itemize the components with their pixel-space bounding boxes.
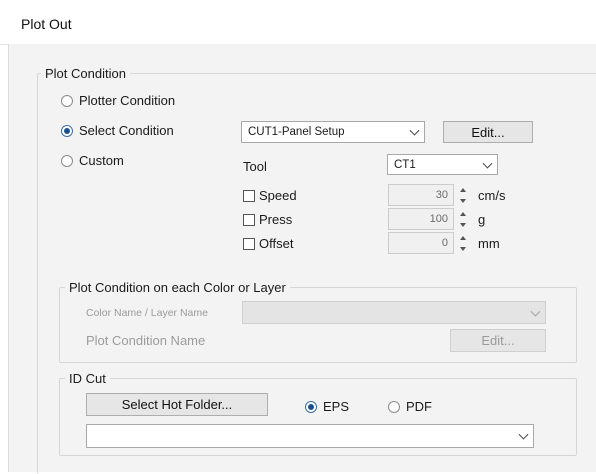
radio-circle-eps[interactable] (305, 400, 317, 413)
press-label: Press (259, 212, 293, 227)
radio-eps[interactable]: EPS (305, 399, 349, 414)
speed-label: Speed (259, 188, 297, 203)
arrow-up-icon (460, 235, 466, 240)
radio-plotter-condition-label: Plotter Condition (79, 93, 176, 108)
offset-label: Offset (259, 236, 294, 251)
color-name-label: Color Name / Layer Name (86, 307, 208, 319)
tool-select-value: CT1 (394, 158, 416, 171)
plot-condition-name-label: Plot Condition Name (86, 333, 206, 348)
press-unit: g (478, 212, 486, 227)
chevron-down-icon (409, 125, 420, 136)
speed-spinner[interactable] (457, 184, 469, 206)
condition-select[interactable]: CUT1-Panel Setup (241, 121, 425, 143)
condition-edit-button[interactable]: Edit... (443, 121, 533, 143)
radio-circle-custom[interactable] (61, 154, 73, 167)
arrow-up-icon (460, 211, 466, 216)
radio-plotter-condition[interactable]: Plotter Condition (61, 93, 175, 108)
id-cut-group-label: ID Cut (65, 371, 110, 386)
radio-circle-plotter[interactable] (61, 94, 73, 107)
window-title: Plot Out (21, 16, 72, 32)
tool-select[interactable]: CT1 (387, 154, 498, 175)
radio-circle-pdf[interactable] (388, 400, 400, 413)
title-bar: Plot Out (0, 0, 596, 45)
plot-condition-group-label: Plot Condition (41, 66, 130, 81)
speed-decrement-button[interactable] (457, 195, 469, 206)
arrow-up-icon (460, 187, 466, 192)
chevron-down-icon (518, 429, 529, 440)
condition-select-value: CUT1-Panel Setup (248, 126, 345, 138)
offset-checkbox-box[interactable] (243, 237, 255, 250)
arrow-down-icon (460, 222, 466, 227)
press-increment-button[interactable] (457, 208, 469, 219)
offset-decrement-button[interactable] (457, 243, 469, 254)
select-hot-folder-button[interactable]: Select Hot Folder... (86, 393, 268, 416)
hot-folder-select[interactable] (86, 424, 534, 448)
press-decrement-button[interactable] (457, 219, 469, 230)
color-layer-edit-button[interactable]: Edit... (450, 329, 546, 352)
chevron-down-icon (482, 158, 493, 169)
press-checkbox-box[interactable] (243, 213, 255, 226)
radio-select-condition-label: Select Condition (79, 123, 174, 138)
arrow-down-icon (460, 198, 466, 203)
speed-value-field[interactable]: 30 (388, 184, 454, 206)
speed-checkbox-box[interactable] (243, 189, 255, 202)
press-value-field[interactable]: 100 (388, 208, 454, 230)
offset-spinner[interactable] (457, 232, 469, 254)
dialog-panel: Plot Condition Plotter Condition Select … (8, 44, 596, 474)
offset-increment-button[interactable] (457, 232, 469, 243)
color-layer-select[interactable] (242, 301, 546, 324)
arrow-down-icon (460, 246, 466, 251)
radio-eps-label: EPS (323, 399, 350, 414)
speed-unit: cm/s (478, 188, 506, 203)
press-checkbox[interactable]: Press (243, 212, 292, 227)
radio-custom[interactable]: Custom (61, 153, 124, 168)
color-layer-group-label: Plot Condition on each Color or Layer (65, 280, 290, 295)
speed-increment-button[interactable] (457, 184, 469, 195)
speed-checkbox[interactable]: Speed (243, 188, 297, 203)
press-spinner[interactable] (457, 208, 469, 230)
offset-checkbox[interactable]: Offset (243, 236, 293, 251)
offset-unit: mm (478, 236, 500, 251)
radio-custom-label: Custom (79, 153, 124, 168)
radio-pdf-label: PDF (406, 399, 432, 414)
radio-select-condition[interactable]: Select Condition (61, 123, 174, 138)
radio-pdf[interactable]: PDF (388, 399, 432, 414)
offset-value-field[interactable]: 0 (388, 232, 454, 254)
tool-label: Tool (243, 159, 267, 174)
chevron-down-icon (530, 306, 541, 317)
radio-circle-select[interactable] (61, 124, 73, 137)
